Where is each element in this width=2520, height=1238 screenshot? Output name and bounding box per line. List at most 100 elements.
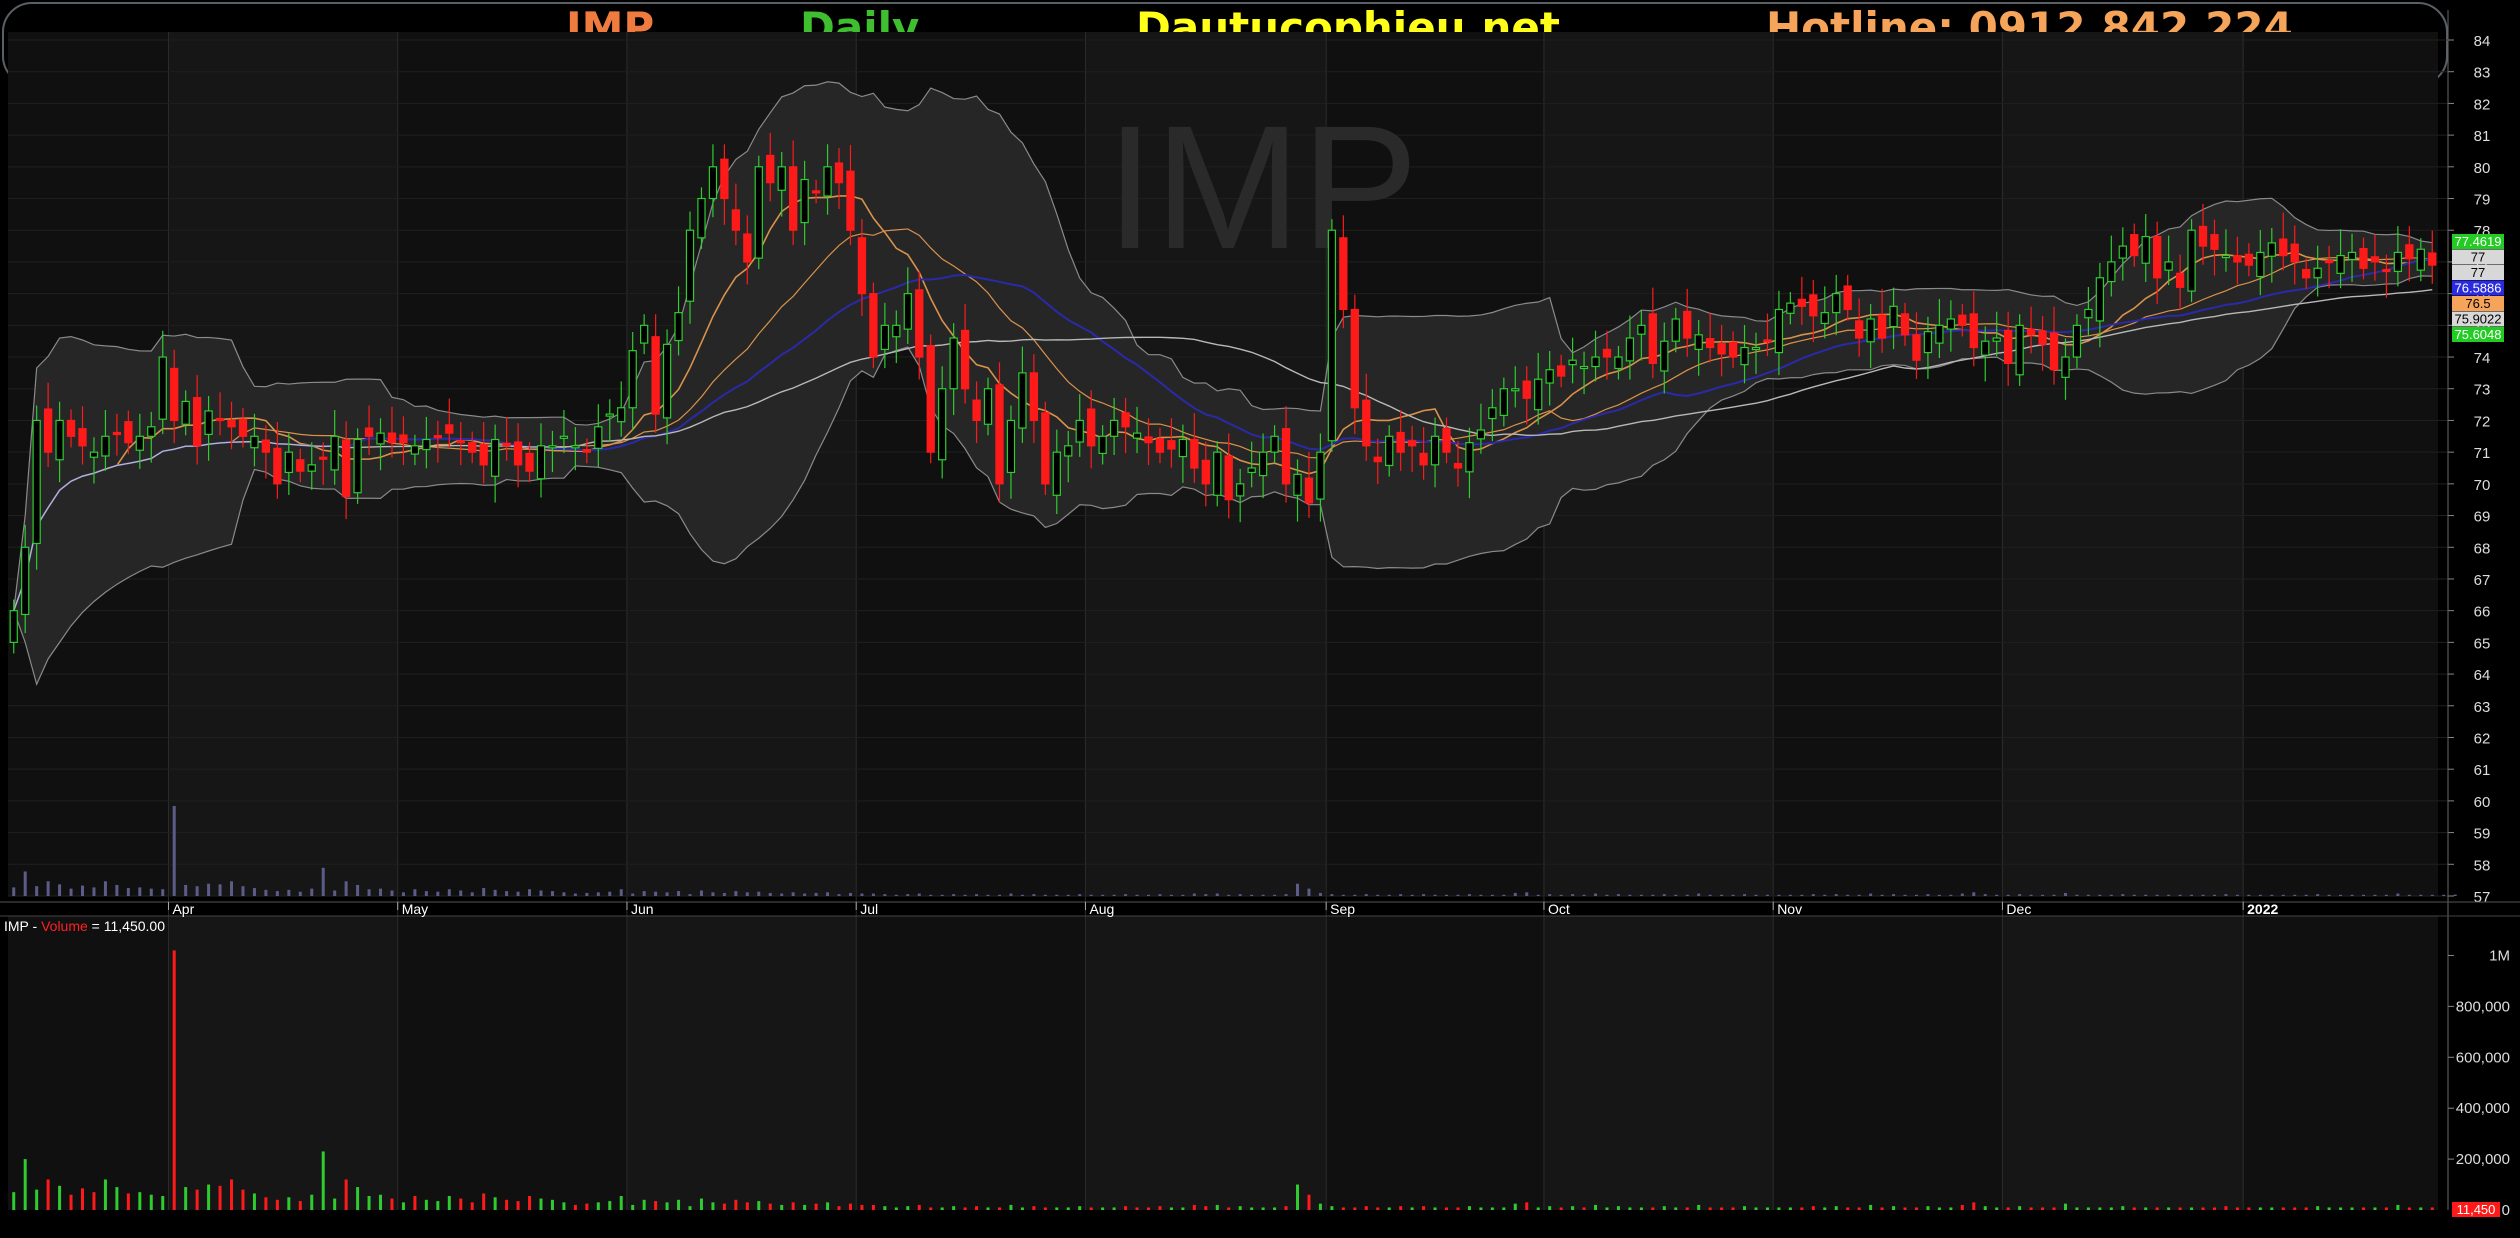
- volume-bar: [631, 1204, 635, 1210]
- volume-bar: [1548, 1206, 1552, 1210]
- candle-body: [1064, 445, 1073, 457]
- stock-chart[interactable]: IMP 57 58 59 60 61 62 63 64 65 66 67 68 69 70 71 72 73 74…: [0, 0, 2520, 1238]
- overlay-volume-bar: [860, 893, 864, 896]
- candle-body: [1958, 314, 1967, 326]
- candle-body: [468, 442, 477, 453]
- volume-bar: [1479, 1207, 1483, 1210]
- candle-body: [628, 350, 637, 409]
- candle-body: [2256, 251, 2265, 278]
- volume-bar: [2109, 1207, 2113, 1210]
- overlay-volume-bar: [791, 892, 795, 896]
- candle-body: [101, 435, 110, 457]
- overlay-volume-bar: [2281, 894, 2285, 896]
- volume-bar: [711, 1202, 715, 1210]
- price-tick-label: 61: [2474, 762, 2491, 779]
- volume-bar: [699, 1198, 703, 1210]
- overlay-volume-bar: [550, 891, 554, 896]
- volume-bar: [126, 1193, 130, 1210]
- candle-body: [536, 445, 546, 480]
- candle-body: [720, 158, 729, 200]
- overlay-volume-bar: [275, 891, 279, 896]
- volume-bar: [1112, 1207, 1116, 1210]
- overlay-volume-bar: [252, 888, 256, 896]
- candle-body: [1683, 310, 1692, 339]
- overlay-volume-bar: [837, 894, 841, 896]
- date-label: May: [402, 901, 428, 917]
- overlay-volume-bar: [608, 891, 612, 896]
- candle-body: [777, 166, 786, 191]
- volume-bar: [768, 1203, 772, 1210]
- volume-bar: [562, 1202, 566, 1210]
- overlay-volume-bar: [46, 881, 50, 896]
- volume-bar: [1227, 1207, 1231, 1210]
- overlay-volume-bar: [2155, 894, 2159, 896]
- overlay-volume-bar: [1880, 894, 1884, 896]
- candle-body: [1705, 338, 1715, 349]
- overlay-volume-bar: [1341, 894, 1345, 896]
- overlay-volume-bar: [2339, 894, 2343, 896]
- overlay-volume-bar: [1353, 894, 1357, 896]
- candle-body: [1362, 399, 1371, 447]
- volume-bar: [1972, 1202, 1976, 1210]
- volume-bar: [184, 1187, 188, 1210]
- candle-body: [1293, 473, 1302, 496]
- overlay-volume-bar: [35, 886, 39, 896]
- candle-body: [273, 447, 282, 485]
- volume-bar: [195, 1189, 199, 1210]
- price-tick-label: 79: [2474, 192, 2491, 209]
- overlay-volume-bar: [654, 891, 658, 896]
- volume-bar: [1135, 1207, 1139, 1210]
- overlay-volume-bar: [596, 892, 600, 896]
- candle-body: [1281, 428, 1291, 485]
- candle-body: [43, 408, 53, 453]
- volume-bar: [2029, 1207, 2033, 1210]
- overlay-volume-bar: [1536, 894, 1540, 896]
- candle-body: [330, 435, 339, 471]
- candle-body: [1763, 339, 1772, 343]
- overlay-volume-bar: [871, 893, 875, 896]
- volume-bar: [1387, 1207, 1391, 1210]
- price-tick-label: 59: [2474, 826, 2491, 843]
- volume-bar: [310, 1194, 314, 1210]
- volume-bar: [1720, 1207, 1724, 1210]
- volume-bar: [1892, 1206, 1896, 1210]
- overlay-volume-bar: [1124, 894, 1128, 896]
- volume-bar: [688, 1206, 692, 1210]
- volume-tick-label: 400,000: [2456, 1100, 2510, 1117]
- candle-body: [571, 445, 580, 449]
- overlay-volume-bar: [2144, 894, 2148, 896]
- overlay-volume-bar: [997, 894, 1001, 896]
- overlay-volume-bar: [2453, 894, 2457, 896]
- candle-body: [1660, 340, 1669, 372]
- volume-bar: [2430, 1207, 2434, 1210]
- volume-tick-label: 600,000: [2456, 1049, 2510, 1066]
- volume-bar: [848, 1203, 852, 1210]
- volume-bar: [379, 1194, 383, 1210]
- candle-body: [811, 190, 821, 194]
- overlay-volume-bar: [677, 891, 681, 896]
- candle-body: [204, 410, 213, 435]
- volume-bar: [356, 1187, 360, 1210]
- overlay-volume-bar: [963, 894, 967, 896]
- last-value-label: 76.5886: [2455, 281, 2502, 296]
- overlay-volume-bar: [115, 884, 119, 896]
- overlay-volume-bar: [2029, 894, 2033, 896]
- volume-bar: [814, 1203, 818, 1210]
- overlay-volume-bar: [138, 887, 142, 896]
- overlay-volume-bar: [2018, 894, 2022, 896]
- overlay-volume-bar: [230, 881, 234, 896]
- volume-bar: [287, 1197, 291, 1210]
- volume-month-band: [397, 916, 627, 1210]
- overlay-volume-bar: [493, 889, 497, 896]
- candle-body: [1075, 419, 1084, 443]
- overlay-volume-bar: [1238, 894, 1242, 896]
- overlay-volume-bar: [1181, 894, 1185, 896]
- overlay-volume-bar: [218, 884, 222, 896]
- overlay-volume-bar: [505, 891, 509, 896]
- overlay-volume-bar: [1261, 894, 1265, 896]
- candle-body: [2405, 244, 2414, 260]
- volume-bar: [2075, 1207, 2079, 1210]
- volume-bar: [161, 1196, 165, 1210]
- overlay-volume-bar: [883, 894, 887, 896]
- volume-bar: [35, 1189, 39, 1210]
